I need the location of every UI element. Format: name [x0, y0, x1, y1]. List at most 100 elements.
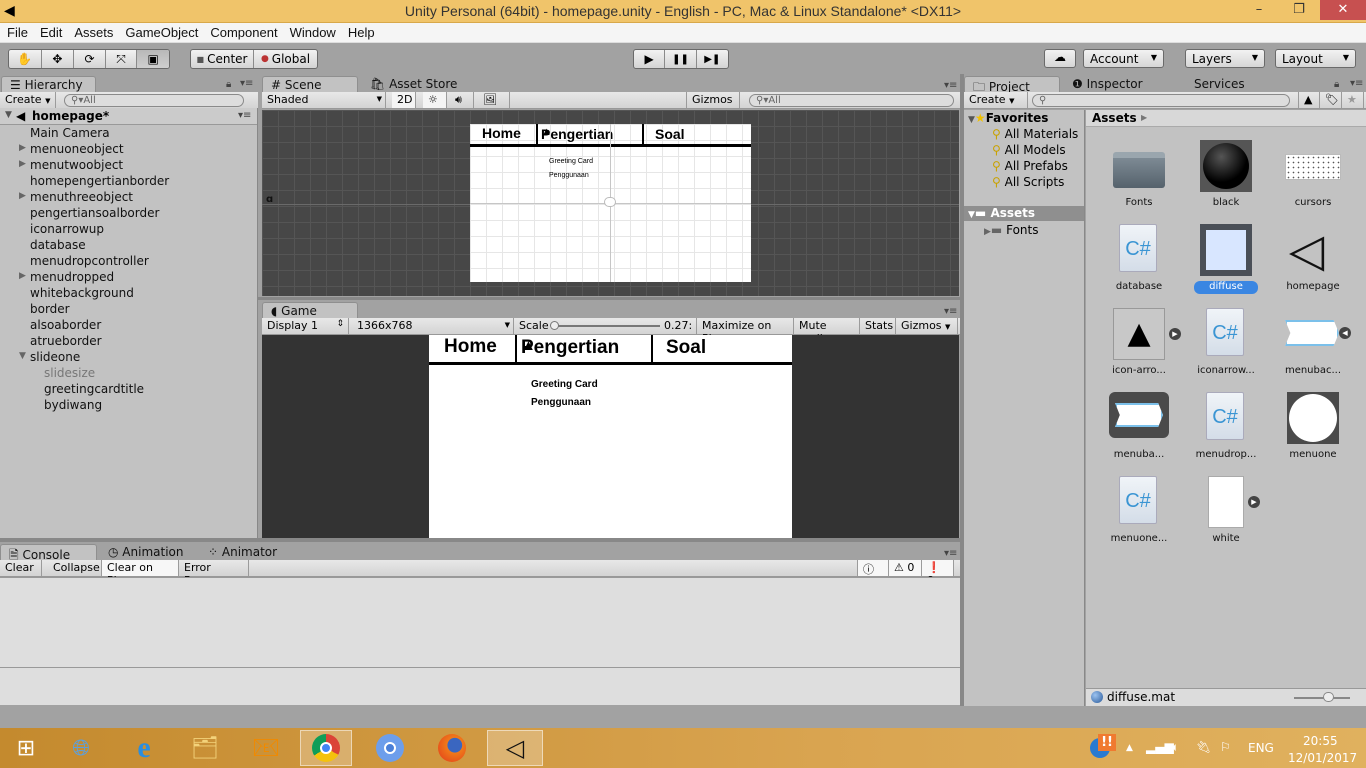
- asset-item[interactable]: C# menuone...: [1099, 476, 1179, 568]
- tab-hierarchy[interactable]: ☰ Hierarchy: [1, 76, 96, 93]
- taskbar-firefox[interactable]: [426, 730, 478, 766]
- tab-inspector[interactable]: ❶ Inspector: [1064, 76, 1154, 93]
- taskbar-outlook[interactable]: 📧︎: [240, 730, 292, 766]
- hierarchy-item[interactable]: bydiwang: [44, 398, 102, 414]
- panel-menu-icon[interactable]: ▾≡: [240, 78, 253, 89]
- pivot-center-button[interactable]: ■ Center: [191, 50, 255, 68]
- favorite-item[interactable]: ⚲ All Materials: [992, 127, 1078, 141]
- asset-item[interactable]: Fonts: [1099, 140, 1179, 232]
- favorite-item[interactable]: ⚲ All Prefabs: [992, 159, 1068, 173]
- console-error-pause-toggle[interactable]: Error Pause: [179, 560, 249, 587]
- hierarchy-item[interactable]: alsoaborder: [30, 318, 101, 334]
- collapse-arrow-icon[interactable]: ▼: [19, 351, 26, 361]
- show-hidden-icons[interactable]: ▲: [1126, 743, 1133, 753]
- breadcrumb-assets[interactable]: Assets: [1092, 111, 1137, 125]
- lighting-toggle[interactable]: ☼: [423, 92, 447, 108]
- hierarchy-item[interactable]: database: [30, 238, 86, 254]
- search-by-label-button[interactable]: 🏷︎: [1320, 92, 1342, 108]
- taskbar-globe[interactable]: 🌐︎: [55, 730, 107, 766]
- collapse-sprite-icon[interactable]: ◀: [1339, 327, 1351, 339]
- restore-button[interactable]: ❐: [1284, 0, 1314, 20]
- menu-window[interactable]: Window: [283, 23, 341, 40]
- hierarchy-item[interactable]: ▶ menutwoobject: [19, 158, 123, 174]
- icon-size-slider-handle[interactable]: [1322, 692, 1334, 702]
- expand-sprite-icon[interactable]: ▶: [1248, 496, 1260, 508]
- cloud-button[interactable]: ☁: [1044, 49, 1076, 68]
- clock-date[interactable]: 12/01/2017: [1288, 751, 1357, 765]
- asset-item[interactable]: C# menudrop...: [1186, 392, 1266, 484]
- hierarchy-item[interactable]: pengertiansoalborder: [30, 206, 159, 222]
- hierarchy-item[interactable]: ▶ menuthreeobject: [19, 190, 133, 206]
- console-clear-on-play-toggle[interactable]: Clear on Play: [102, 560, 179, 587]
- console-log-area[interactable]: [0, 577, 960, 705]
- 2d-toggle[interactable]: 2D: [392, 92, 416, 108]
- scene-search-input[interactable]: ⚲▾All: [749, 94, 954, 107]
- move-tool-button[interactable]: ✥: [42, 50, 75, 68]
- expand-arrow-icon[interactable]: ▶: [19, 143, 26, 153]
- pivot-global-button[interactable]: ● Global: [254, 50, 317, 68]
- taskbar-chrome[interactable]: [300, 730, 352, 766]
- volume-icon[interactable]: 🔈︎: [1172, 740, 1179, 755]
- audio-toggle[interactable]: 🔊︎: [450, 92, 474, 108]
- panel-menu-icon[interactable]: ▾≡: [944, 548, 957, 559]
- console-detail-splitter[interactable]: [0, 667, 960, 668]
- lock-icon[interactable]: 🔒︎: [1334, 79, 1339, 90]
- maximize-on-play-toggle[interactable]: Maximize on Play: [697, 318, 794, 345]
- project-search-input[interactable]: ⚲: [1032, 94, 1290, 107]
- game-nav-home[interactable]: Home: [444, 336, 497, 358]
- pause-button[interactable]: ❚❚: [665, 50, 697, 68]
- favorites-section[interactable]: ▼★Favorites: [968, 111, 1048, 125]
- hand-tool-button[interactable]: ✋: [9, 50, 42, 68]
- asset-item[interactable]: ▶ white: [1186, 476, 1266, 568]
- hierarchy-item[interactable]: slidesize: [44, 366, 95, 382]
- tab-animation[interactable]: ◷ Animation: [100, 544, 195, 561]
- expand-arrow-icon[interactable]: ▶: [19, 159, 26, 169]
- effects-dropdown[interactable]: 🖼︎ ▼: [478, 92, 510, 118]
- menu-file[interactable]: File: [0, 23, 33, 40]
- game-gizmos-dropdown[interactable]: Gizmos ▼: [896, 318, 958, 334]
- tab-asset-store[interactable]: 🛍︎ Asset Store: [362, 76, 472, 93]
- mute-audio-toggle[interactable]: Mute audio: [794, 318, 860, 345]
- lock-icon[interactable]: 🔒︎: [226, 79, 231, 90]
- hierarchy-item[interactable]: menudropcontroller: [30, 254, 149, 270]
- hierarchy-item[interactable]: border: [30, 302, 70, 318]
- play-button[interactable]: ▶: [634, 50, 666, 68]
- hierarchy-item[interactable]: greetingcardtitle: [44, 382, 144, 398]
- fonts-folder-row[interactable]: ▶▬ Fonts: [984, 223, 1038, 237]
- menu-component[interactable]: Component: [203, 23, 282, 40]
- resolution-dropdown[interactable]: 1366x768 ▼: [352, 318, 514, 334]
- tab-project[interactable]: 🗀 Project: [964, 76, 1060, 94]
- game-nav-soal[interactable]: Soal: [666, 337, 706, 359]
- hierarchy-item[interactable]: homepengertianborder: [30, 174, 169, 190]
- hierarchy-item[interactable]: ▼ slideone: [19, 350, 80, 366]
- tab-game[interactable]: ◖ Game: [262, 302, 358, 319]
- panel-menu-icon[interactable]: ▾≡: [1350, 78, 1363, 89]
- scene-gizmos-dropdown[interactable]: Gizmos ▼: [686, 92, 740, 118]
- flag-icon[interactable]: ⚐: [1220, 740, 1231, 754]
- scene-view[interactable]: ɑ Home Pengertian ▲ Soal Greeting Card Pe…: [262, 110, 959, 296]
- rect-tool-button[interactable]: ▣: [137, 50, 169, 68]
- save-search-button[interactable]: ★: [1342, 92, 1364, 108]
- shading-dropdown[interactable]: Shaded ▼: [262, 92, 386, 108]
- display-dropdown[interactable]: Display 1 ⇕: [262, 318, 349, 334]
- expand-arrow-icon[interactable]: ▼: [5, 110, 12, 120]
- tab-services[interactable]: Services: [1186, 76, 1256, 93]
- menu-gameobject[interactable]: GameObject: [118, 23, 203, 40]
- expand-sprite-icon[interactable]: ▶: [1169, 328, 1181, 340]
- hierarchy-search-input[interactable]: ⚲▾All: [64, 94, 244, 107]
- network-icon[interactable]: ▂▄▆: [1146, 740, 1174, 754]
- clock-time[interactable]: 20:55: [1303, 734, 1338, 748]
- scale-tool-button[interactable]: ⤧: [106, 50, 138, 68]
- taskbar-file-explorer[interactable]: 🗂︎: [179, 730, 231, 766]
- taskbar-chromium[interactable]: [364, 730, 416, 766]
- assets-folder-row[interactable]: ▼▬ Assets: [964, 206, 1084, 221]
- stats-toggle[interactable]: Stats: [860, 318, 896, 334]
- rotate-tool-button[interactable]: ⟳: [74, 50, 106, 68]
- search-by-type-button[interactable]: ▲: [1298, 92, 1320, 108]
- account-dropdown[interactable]: Account ▼: [1083, 49, 1164, 68]
- layers-dropdown[interactable]: Layers ▼: [1185, 49, 1265, 68]
- tab-console[interactable]: 🗎︎ Console: [0, 544, 97, 562]
- expand-arrow-icon[interactable]: ▶: [19, 191, 26, 201]
- tab-animator[interactable]: ⁘ Animator: [200, 544, 290, 561]
- asset-item[interactable]: cursors: [1273, 140, 1353, 232]
